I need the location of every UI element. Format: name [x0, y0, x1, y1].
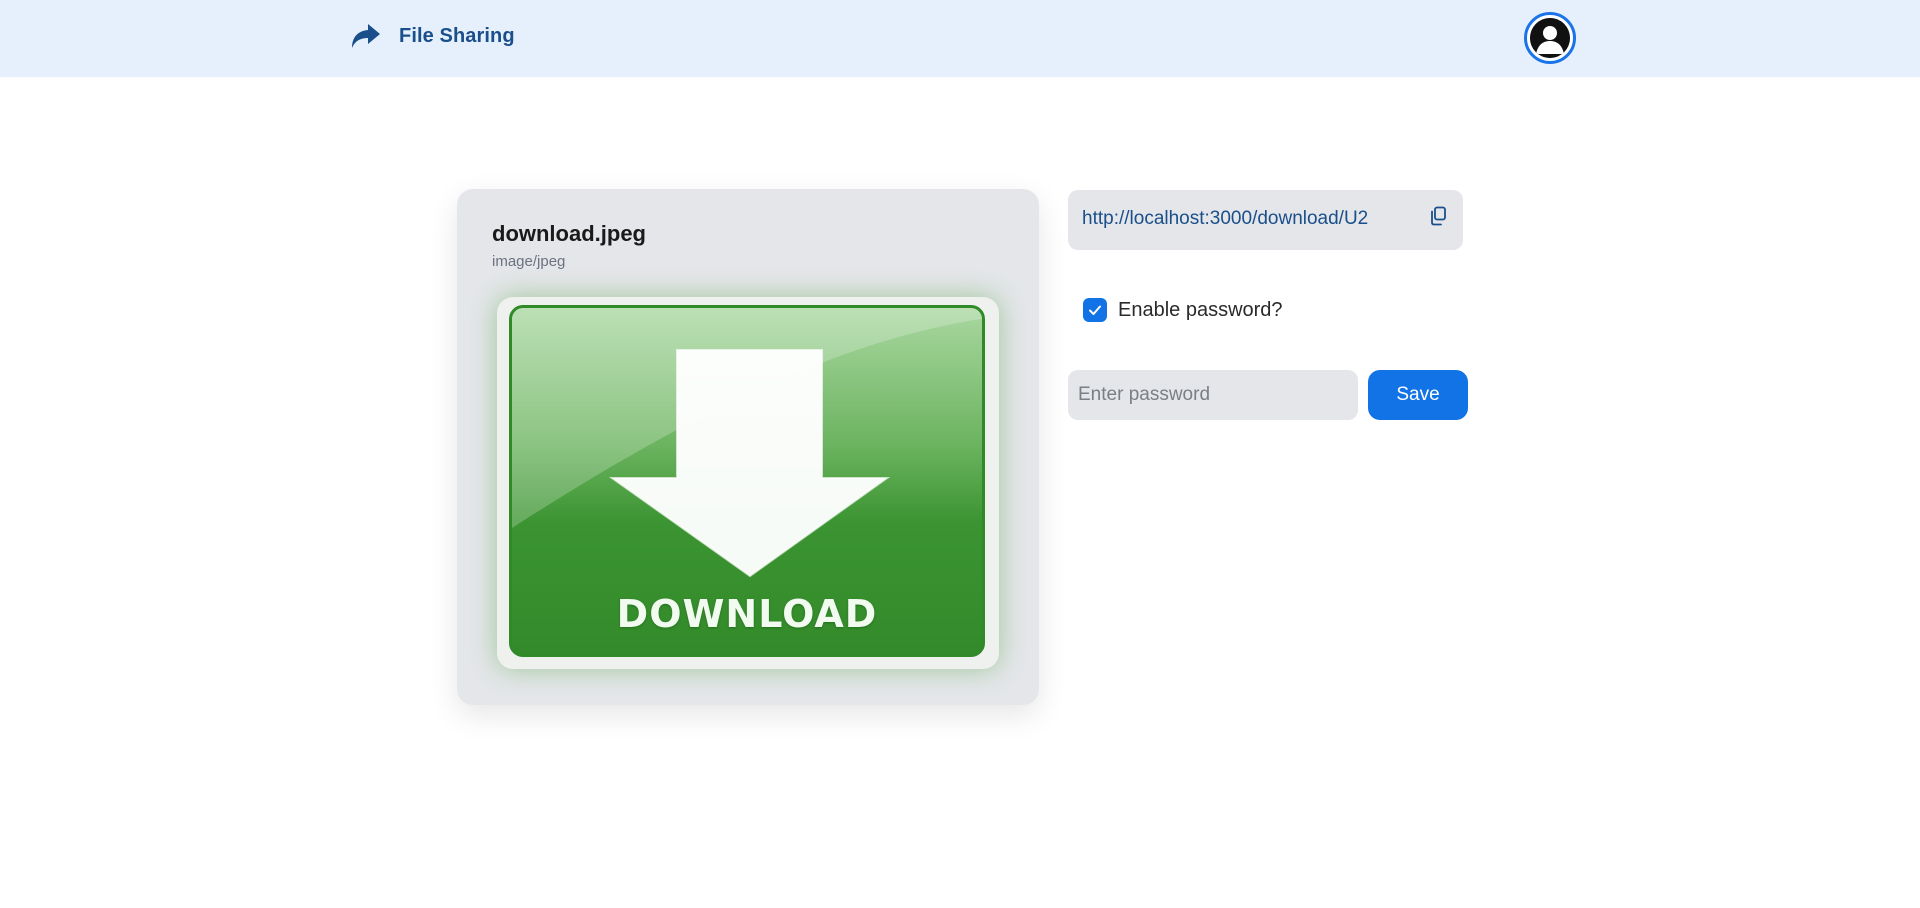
enable-password-toggle[interactable]: Enable password? — [1083, 298, 1283, 322]
preview-image: DOWNLOAD — [509, 305, 985, 657]
file-preview: DOWNLOAD — [497, 297, 999, 669]
copy-icon — [1429, 206, 1447, 231]
file-card: download.jpeg image/jpeg DOWNLOAD — [457, 189, 1039, 705]
save-button[interactable]: Save — [1368, 370, 1468, 420]
share-link-text[interactable]: http://localhost:3000/download/U2 — [1082, 208, 1412, 230]
share-link-box: http://localhost:3000/download/U2 — [1068, 190, 1463, 250]
user-avatar-button[interactable] — [1524, 12, 1576, 64]
share-arrow-icon — [348, 19, 382, 53]
file-name: download.jpeg — [492, 221, 646, 246]
password-input[interactable] — [1068, 370, 1358, 420]
brand-link[interactable]: File Sharing — [348, 19, 515, 53]
enable-password-checkbox[interactable] — [1083, 298, 1107, 322]
checkmark-icon — [1089, 305, 1101, 315]
file-mime-type: image/jpeg — [492, 253, 566, 270]
copy-link-button[interactable] — [1426, 204, 1450, 232]
user-avatar-icon — [1530, 18, 1570, 58]
preview-caption: DOWNLOAD — [616, 592, 878, 636]
app-title: File Sharing — [399, 24, 515, 47]
top-navbar: File Sharing — [0, 0, 1920, 77]
enable-password-label: Enable password? — [1118, 298, 1283, 321]
